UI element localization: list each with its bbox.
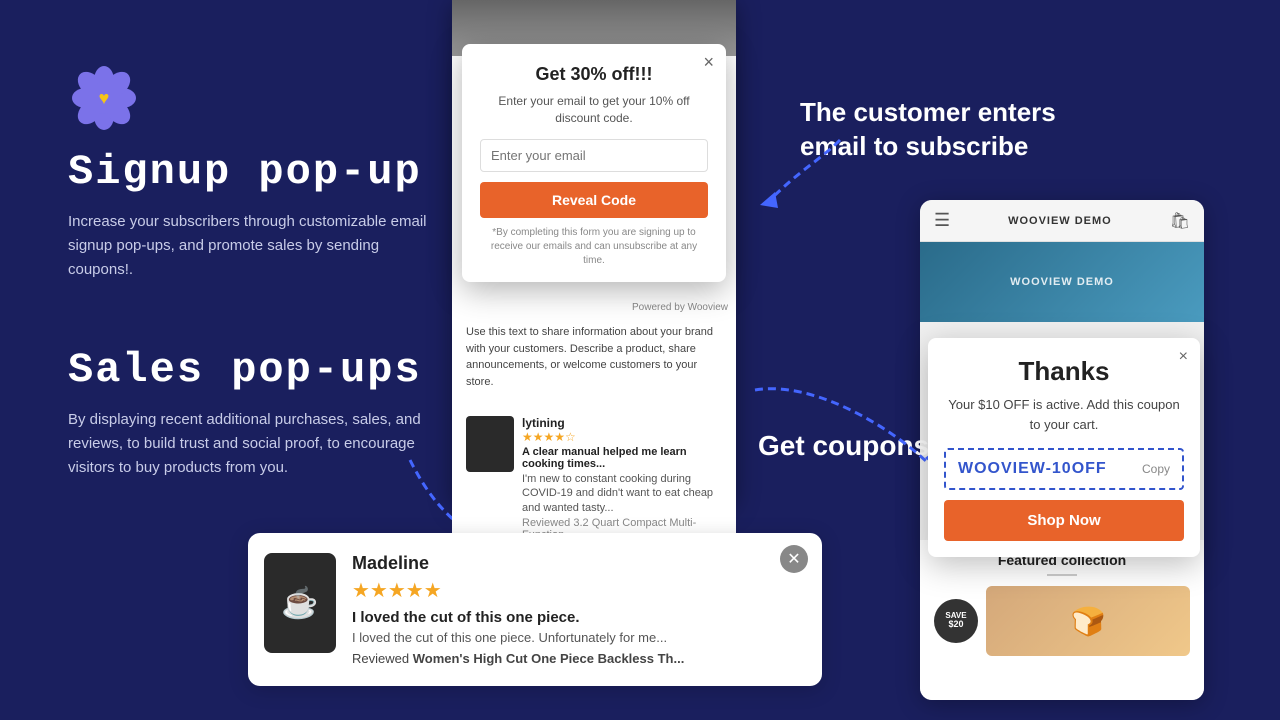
review-author: lytining: [522, 416, 722, 430]
email-input[interactable]: [480, 139, 708, 172]
coupon-code: WOOVIEW-10OFF: [958, 460, 1107, 478]
review-body-small: I'm new to constant cooking during COVID…: [522, 472, 722, 515]
review-card: ☕ Madeline ★★★★★ I loved the cut of this…: [248, 533, 822, 686]
subscribe-annotation: The customer enters email to subscribe: [800, 96, 1080, 164]
review-body-text: I loved the cut of this one piece. Unfor…: [352, 630, 802, 645]
reviewer-name: Madeline: [352, 553, 802, 574]
review-card-image: ☕: [264, 553, 336, 653]
signup-title: Signup pop-up: [68, 148, 448, 196]
shop-now-button[interactable]: Shop Now: [944, 500, 1184, 541]
subscribe-annotation-text: The customer enters email to subscribe: [800, 96, 1080, 164]
review-product-name: Women's High Cut One Piece Backless Th..…: [413, 651, 685, 666]
review-stars-small: ★★★★☆: [522, 430, 722, 444]
reveal-code-button[interactable]: Reveal Code: [480, 182, 708, 218]
coupon-desc: Your $10 OFF is active. Add this coupon …: [944, 395, 1184, 434]
coupon-title: Thanks: [944, 356, 1184, 387]
signup-popup: × Get 30% off!!! Enter your email to get…: [462, 44, 726, 282]
phone-review-row: lytining ★★★★☆ A clear manual helped me …: [452, 408, 736, 549]
popup-terms: *By completing this form you are signing…: [480, 226, 708, 268]
right-phone-hero: WOOVIEW DEMO: [920, 242, 1204, 322]
signup-desc: Increase your subscribers through custom…: [68, 210, 448, 282]
review-stars: ★★★★★: [352, 578, 802, 603]
coupon-close-button[interactable]: ×: [1179, 348, 1188, 366]
save-amount: $20: [948, 620, 963, 630]
review-product-ref: Reviewed Women's High Cut One Piece Back…: [352, 651, 802, 666]
review-headline: I loved the cut of this one piece.: [352, 609, 802, 626]
popup-desc: Enter your email to get your 10% off dis…: [480, 93, 708, 127]
save-badge: SAVE $20: [934, 599, 978, 643]
review-card-close[interactable]: ✕: [780, 545, 808, 573]
popup-close-button[interactable]: ×: [703, 52, 714, 73]
popup-title: Get 30% off!!!: [480, 64, 708, 85]
right-phone-title: WOOVIEW DEMO: [1008, 215, 1112, 227]
phone-powered-by: Powered by Wooview: [452, 302, 736, 313]
right-phone-header: ☰ WOOVIEW DEMO 🛍: [920, 200, 1204, 242]
review-text-block: lytining ★★★★☆ A clear manual helped me …: [522, 416, 722, 541]
review-card-content: Madeline ★★★★★ I loved the cut of this o…: [352, 553, 802, 666]
review-product-image: [466, 416, 514, 472]
sales-title: Sales pop-ups: [68, 346, 448, 394]
sales-desc: By displaying recent additional purchase…: [68, 408, 448, 480]
left-content: Signup pop-up Increase your subscribers …: [68, 60, 448, 480]
hero-text: WOOVIEW DEMO: [1010, 276, 1114, 288]
coupon-code-box: WOOVIEW-10OFF Copy: [944, 448, 1184, 490]
toaster-product-image: 🍞: [986, 586, 1190, 656]
phone-text-section: Use this text to share information about…: [452, 316, 736, 398]
copy-label[interactable]: Copy: [1142, 462, 1170, 476]
review-title-small: A clear manual helped me learn cooking t…: [522, 446, 722, 470]
coupon-popup: × Thanks Your $10 OFF is active. Add thi…: [928, 338, 1200, 557]
